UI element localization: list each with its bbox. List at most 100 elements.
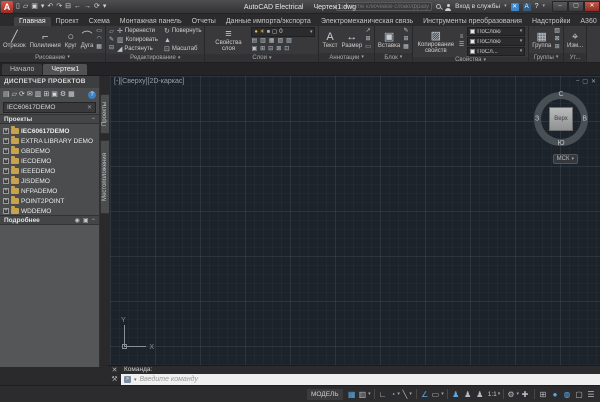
annotation-tool-button[interactable]: ↔ Размер [342, 31, 363, 49]
property-dropdown[interactable]: ПоСлою ▾ [467, 37, 525, 46]
maximize-button[interactable]: ▢ [568, 1, 584, 12]
viewcube-north[interactable]: С [558, 91, 563, 98]
panel-label-block[interactable]: Блок▾ [375, 53, 412, 62]
viewcube-west[interactable]: З [535, 116, 539, 123]
panel-label-utilities[interactable]: Ут... [564, 53, 586, 62]
project-item[interactable]: + IEC60617DEMO [3, 126, 99, 136]
graphics-performance-toggle[interactable]: ◍ ▾ [562, 388, 573, 401]
layer-properties-button[interactable]: ≡ Свойства слоя [208, 28, 248, 52]
annotation-monitor-toggle[interactable]: ✚ ▾ [520, 388, 531, 401]
command-input-row[interactable]: > ▾ Введите команду [121, 374, 600, 385]
layer-dropdown[interactable]: ● ☀ ■ ▢ 0 ▾ [251, 27, 315, 37]
ribbon-tab[interactable]: Монтажная панель [115, 17, 187, 26]
qat-customize-icon[interactable]: ▾ [103, 1, 107, 13]
settings-icon[interactable]: ⚙ [60, 90, 66, 100]
help-caret-icon[interactable]: ▾ [542, 4, 545, 9]
collapse-icon[interactable]: − [91, 217, 95, 224]
expand-icon[interactable]: + [3, 168, 9, 174]
draw-tool-button[interactable]: ○ Круг [65, 31, 77, 49]
annotation-scale-button[interactable]: ♟ ▾ [475, 388, 486, 401]
ribbon-tab[interactable]: Главная [14, 17, 51, 26]
minimize-button[interactable]: – [552, 1, 568, 12]
isodraft-toggle[interactable]: ╲ ▾ [402, 388, 413, 401]
autoscale-toggle[interactable]: ♟ ▾ [463, 388, 474, 401]
panel-label-layers[interactable]: Слои▾ [205, 54, 318, 62]
isolate-objects-toggle[interactable]: ● ▾ [550, 388, 561, 401]
recent-commands-icon[interactable]: ▾ [134, 377, 137, 383]
ribbon-tab[interactable]: Надстройки [527, 17, 575, 26]
save-icon[interactable]: ▣ [31, 1, 38, 13]
ribbon-tab[interactable]: Схема [84, 17, 115, 26]
annotation-tool-button[interactable]: A Текст [322, 31, 337, 49]
viewcube-south[interactable]: Ю [557, 140, 564, 147]
new-project-icon[interactable]: ▤ [3, 90, 10, 100]
panel-label-modify[interactable]: Редактирование▾ [106, 54, 204, 62]
layer-mini-icon[interactable]: ▨ [286, 38, 292, 45]
new-drawing-icon[interactable]: ⊞ [43, 90, 49, 100]
project-item[interactable]: + IEEEDEMO [3, 166, 99, 176]
publish-icon[interactable]: ✉ [27, 90, 33, 100]
insert-block-button[interactable]: ▣ Вставка [378, 31, 400, 49]
osnap-toggle[interactable]: ▭ ▾ [432, 388, 444, 401]
project-update-icon[interactable]: ⟳ [19, 90, 25, 100]
scale-value-button[interactable]: 1:1 ▾ [487, 388, 501, 401]
close-button[interactable]: ✕ [584, 1, 600, 12]
project-item[interactable]: + IECDEMO [3, 156, 99, 166]
draw-mini-icon[interactable]: ▭ [96, 28, 102, 35]
modify-mini-icon[interactable]: ▱ [109, 29, 114, 36]
block-mini-icon[interactable]: ▦ [403, 44, 409, 51]
expand-icon[interactable]: + [3, 178, 9, 184]
help-button[interactable]: ? [535, 3, 539, 10]
command-customize-icon[interactable]: ⚒ [111, 376, 117, 384]
project-item[interactable]: + NFPADEMO [3, 186, 99, 196]
projects-section-header[interactable]: Проекты − [0, 114, 99, 124]
panel-label-annotation[interactable]: Аннотации▾ [319, 53, 373, 62]
exchange-apps-icon[interactable]: ✕ [511, 3, 519, 11]
customization-menu[interactable]: ☰ ▾ [586, 388, 597, 401]
search-icon[interactable] [436, 4, 441, 9]
annotation-visibility-toggle[interactable]: ♟ ▾ [451, 388, 462, 401]
properties-mini-icon[interactable]: ≡ [459, 34, 464, 41]
signin-caret-icon[interactable]: ▾ [504, 4, 507, 9]
open-project-icon[interactable]: ▱ [12, 90, 17, 100]
signin-button[interactable]: Вход в службы [455, 3, 500, 10]
draw-tool-button[interactable]: ╱ Отрезок [3, 31, 26, 49]
project-item[interactable]: + POINT2POINT [3, 196, 99, 206]
layer-mini-icon[interactable]: ⊠ [276, 46, 281, 53]
save-dropdown-icon[interactable]: ▾ [41, 1, 45, 13]
app-menu-button[interactable]: A [1, 1, 13, 13]
redo-icon[interactable]: ↷ [56, 1, 62, 13]
group-mini-icon[interactable]: ⊠ [554, 36, 560, 43]
draw-mini-icon[interactable]: ▦ [96, 44, 102, 51]
panel-label-groups[interactable]: Группы▾ [529, 53, 563, 62]
expand-icon[interactable]: + [3, 148, 9, 154]
layer-mini-icon[interactable]: ▣ [251, 46, 257, 53]
project-item[interactable]: + GBDEMO [3, 146, 99, 156]
expand-icon[interactable]: + [3, 208, 9, 214]
project-select-dropdown[interactable]: IEC60617DEMO ✕ [3, 102, 96, 113]
palette-side-tab[interactable]: Проекты [100, 94, 109, 134]
annotation-mini-icon[interactable]: ⊞ [365, 36, 371, 43]
pin-icon[interactable]: ◉ [75, 217, 80, 224]
group-button[interactable]: ▦ Группа [532, 31, 551, 49]
ortho-toggle[interactable]: ∟ ▾ [378, 388, 389, 401]
help-icon[interactable]: ? [88, 91, 96, 99]
utilities-icon[interactable]: ▦ [68, 90, 75, 100]
modify-tool-button[interactable]: ▲ [164, 36, 202, 44]
back-icon[interactable]: ← [74, 1, 81, 13]
undo-icon[interactable]: ↶ [47, 1, 53, 13]
model-space-button[interactable]: МОДЕЛЬ [307, 389, 343, 400]
block-mini-icon[interactable]: ⊞ [403, 36, 409, 43]
palette-side-tab[interactable]: Местоположения [100, 140, 109, 214]
layer-mini-icon[interactable]: ⊡ [284, 46, 289, 53]
collapse-icon[interactable]: − [91, 116, 95, 122]
expand-icon[interactable]: + [3, 128, 9, 134]
properties-mini-icon[interactable]: ☰ [459, 42, 464, 49]
forward-icon[interactable]: → [84, 1, 91, 13]
modify-tool-button[interactable]: ▥ Копировать [117, 36, 158, 44]
match-properties-button[interactable]: ▨ Копирование свойств [416, 30, 456, 54]
ribbon-tab[interactable]: Отчеты [187, 17, 221, 26]
modify-tool-button[interactable]: ⊡ Масштаб [164, 45, 202, 53]
zip-project-icon[interactable]: ▣ [51, 90, 58, 100]
clean-screen-toggle[interactable]: ▢ ▾ [574, 388, 585, 401]
